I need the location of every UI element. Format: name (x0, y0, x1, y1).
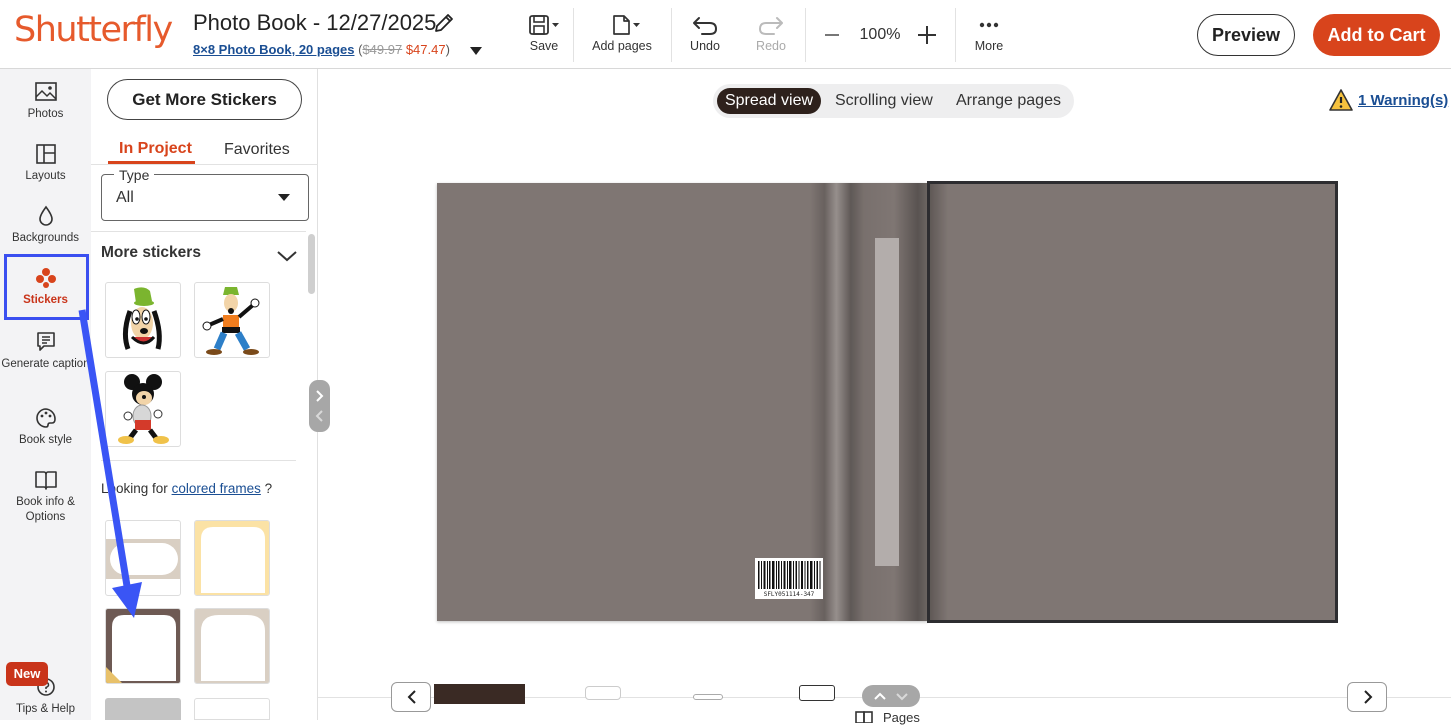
rail-item-layouts[interactable]: Layouts (0, 143, 91, 184)
save-button[interactable]: Save (520, 14, 568, 53)
new-badge: New (6, 662, 48, 686)
page-thumbnail[interactable] (693, 694, 723, 700)
page-thumbnail-cover[interactable] (434, 684, 525, 704)
barcode-number: SFLY051114-347 (763, 591, 815, 598)
product-summary[interactable]: 8×8 Photo Book, 20 pages ($49.97 $47.47) (193, 42, 450, 57)
pages-label: Pages (883, 710, 920, 725)
frame-gray-sticker[interactable] (105, 698, 181, 720)
add-page-icon (613, 15, 640, 35)
type-select-value: All (116, 189, 134, 206)
next-page-button[interactable] (1347, 682, 1387, 712)
preview-button[interactable]: Preview (1197, 14, 1295, 56)
droplet-icon (38, 205, 53, 226)
book-front-cover[interactable] (927, 181, 1338, 623)
tab-in-project[interactable]: In Project (119, 140, 192, 158)
toolbar-divider (671, 8, 672, 62)
old-price: $49.97 (362, 42, 403, 57)
more-label: More (974, 39, 1004, 53)
more-dots-icon (979, 22, 999, 28)
collapse-panel-toggle[interactable] (309, 380, 330, 432)
rail-item-label: Tips & Help (15, 703, 75, 715)
warnings-link[interactable]: 1 Warning(s) (1358, 92, 1448, 109)
page-strip-toggle[interactable] (862, 685, 920, 707)
open-book-icon (34, 471, 57, 490)
project-title: Photo Book - 12/27/2025 (193, 10, 437, 35)
pencil-icon[interactable] (433, 12, 455, 34)
caret-down-icon (277, 193, 291, 203)
frames-suffix: ? (264, 481, 273, 496)
frame-beige-arch-sticker[interactable] (194, 608, 270, 684)
arrange-pages-button[interactable]: Arrange pages (956, 92, 1061, 110)
add-to-cart-button[interactable]: Add to Cart (1313, 14, 1440, 56)
layout-icon (35, 144, 56, 164)
toolbar-divider (805, 8, 806, 62)
panel-scrollbar[interactable] (308, 234, 315, 294)
redo-button[interactable]: Redo (750, 14, 792, 53)
type-select-label: Type (114, 167, 155, 183)
rail-item-backgrounds[interactable]: Backgrounds (0, 205, 91, 246)
undo-button[interactable]: Undo (684, 14, 726, 53)
warning-icon[interactable] (1328, 88, 1354, 112)
caret-down-icon[interactable] (469, 46, 483, 56)
toolbar-divider (573, 8, 574, 62)
redo-label: Redo (756, 39, 786, 53)
palette-icon (35, 408, 56, 428)
previous-page-button[interactable] (391, 682, 431, 712)
frame-yellow-arch-sticker[interactable] (194, 520, 270, 596)
rail-item-label: Photos (27, 108, 64, 120)
book-spine (810, 183, 930, 621)
frame-white-sticker[interactable] (194, 698, 270, 720)
pages-icon (855, 711, 875, 723)
spine-text-area[interactable] (875, 238, 899, 566)
rail-item-photos[interactable]: Photos (0, 81, 91, 122)
spread-view-button[interactable]: Spread view (717, 88, 821, 114)
section-divider (91, 231, 306, 232)
scrolling-view-button[interactable]: Scrolling view (835, 92, 933, 110)
zoom-out-icon[interactable] (822, 25, 842, 45)
colored-frames-link[interactable]: colored frames (172, 481, 261, 496)
add-pages-button[interactable]: Add pages (588, 14, 656, 53)
shutterfly-logo[interactable]: Shutterfly (14, 10, 173, 50)
zoom-level: 100% (859, 26, 901, 43)
more-button[interactable]: More (968, 14, 1010, 53)
caption-icon (36, 332, 55, 351)
undo-label: Undo (690, 39, 720, 53)
redo-icon (759, 17, 783, 35)
goofy-full-body-sticker[interactable] (194, 282, 270, 358)
page-thumbnail[interactable] (585, 686, 621, 700)
get-more-stickers-button[interactable]: Get More Stickers (107, 79, 302, 120)
price-close: ) (445, 42, 450, 57)
chevron-down-icon[interactable] (276, 249, 298, 263)
annotation-arrow (78, 309, 142, 618)
save-icon (529, 15, 559, 35)
add-pages-label: Add pages (592, 39, 652, 53)
zoom-in-icon[interactable] (916, 24, 938, 46)
page-thumbnail[interactable] (799, 685, 835, 701)
tab-favorites[interactable]: Favorites (224, 141, 290, 159)
product-spec-link[interactable]: 8×8 Photo Book, 20 pages (193, 42, 354, 57)
save-label: Save (529, 39, 559, 53)
front-cover-hinge (930, 184, 948, 620)
undo-icon (693, 17, 717, 35)
new-price: $47.47 (405, 42, 446, 57)
toolbar-divider (955, 8, 956, 62)
more-stickers-heading[interactable]: More stickers (101, 244, 201, 262)
photo-icon (34, 82, 57, 101)
tabs-divider (91, 164, 318, 165)
rail-item-label: Backgrounds (11, 232, 80, 244)
rail-item-label: Layouts (25, 170, 66, 182)
